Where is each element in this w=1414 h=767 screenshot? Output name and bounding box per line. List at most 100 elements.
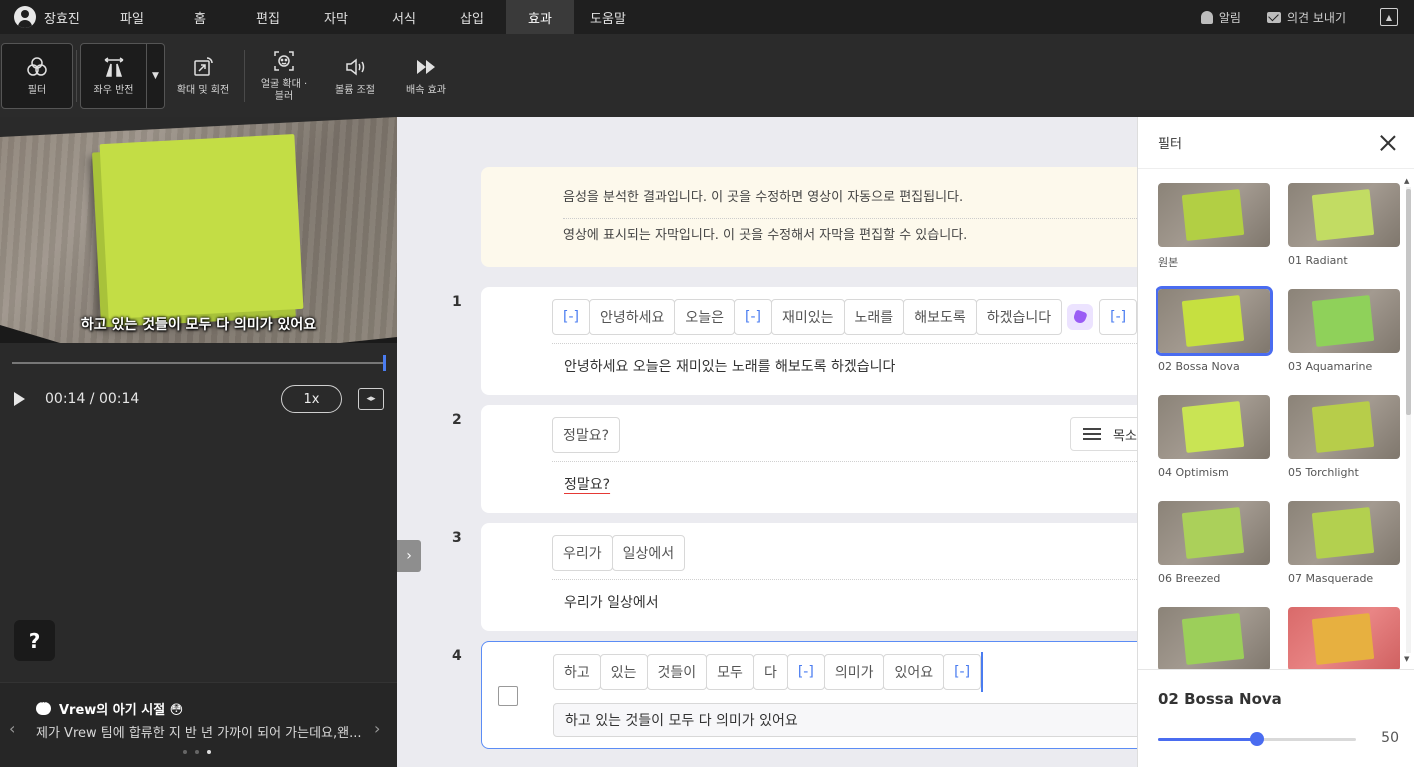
menu-help[interactable]: 도움말	[574, 0, 642, 34]
word-chip[interactable]: 있는	[599, 654, 648, 690]
word-chip[interactable]: 우리가	[552, 535, 613, 571]
user-menu[interactable]: 장효진	[0, 6, 98, 28]
seek-bar[interactable]	[12, 355, 386, 371]
flip-tool-label: 좌우 반전	[93, 84, 134, 96]
help-button[interactable]: ?	[14, 620, 55, 661]
menu-edit[interactable]: 편집	[234, 0, 302, 34]
speed-effect-tool-button[interactable]: 배속 효과	[390, 43, 462, 109]
word-chip[interactable]: 노래를	[843, 299, 905, 335]
word-chip[interactable]: 일상에서	[611, 535, 686, 571]
word-chip[interactable]: 재미있는	[771, 299, 845, 335]
menu-insert[interactable]: 삽입	[438, 0, 506, 34]
news-page-dot[interactable]	[195, 750, 199, 754]
word-chip[interactable]: 하고	[553, 654, 601, 690]
slider-knob[interactable]	[1250, 732, 1264, 746]
filter-preview-image	[1288, 183, 1400, 247]
news-card[interactable]: Vrew의 아기 시절 😳 제가 Vrew 팀에 합류한 지 반 년 가까이 되…	[0, 682, 397, 767]
notification-button[interactable]: 알림	[1200, 9, 1241, 26]
menu-effects[interactable]: 효과	[506, 0, 574, 34]
news-page-dot[interactable]	[183, 750, 187, 754]
menu-file[interactable]: 파일	[98, 0, 166, 34]
word-chip[interactable]: 해보도록	[903, 299, 977, 335]
filter-thumbnail[interactable]: 02 Bossa Nova	[1156, 287, 1272, 373]
speed-effect-label: 배속 효과	[406, 84, 446, 96]
menu-right-group: 알림 의견 보내기 ▲	[1200, 8, 1414, 26]
news-page-dot-active[interactable]	[207, 750, 211, 754]
filter-intensity-slider[interactable]	[1158, 732, 1356, 746]
silence-chip[interactable]: [-]	[943, 654, 982, 690]
filter-tool-button[interactable]: 필터	[1, 42, 73, 109]
subtitle-text[interactable]: 우리가 일상에서	[564, 592, 659, 612]
clip-card[interactable]: 정말요? 목소리 정말요?	[481, 405, 1137, 513]
flip-options-dropdown[interactable]: ▼	[147, 42, 165, 109]
flip-tool-button[interactable]: 좌우 반전	[80, 42, 147, 109]
word-chip[interactable]: 안녕하세요	[588, 299, 676, 335]
voice-effect-icon[interactable]	[1067, 304, 1094, 330]
filter-thumbnail[interactable]	[1156, 605, 1272, 669]
silence-chip[interactable]: [-]	[734, 299, 773, 335]
clip-card-active[interactable]: 하고 있는 것들이 모두 다 [-] 의미가 있어요 [-] 하고 있는 것들이…	[481, 641, 1137, 749]
word-chip[interactable]: 하겠습니다	[975, 299, 1063, 335]
word-chip[interactable]: 다	[752, 654, 788, 690]
feedback-button[interactable]: 의견 보내기	[1266, 9, 1346, 26]
clip-card[interactable]: [-] 안녕하세요 오늘은 [-] 재미있는 노래를 해보도록 하겠습니다 [-…	[481, 287, 1137, 395]
word-chip[interactable]: 의미가	[823, 654, 885, 690]
zoom-rotate-tool-button[interactable]: 확대 및 회전	[165, 43, 241, 109]
fit-screen-button[interactable]: ◂▸	[358, 388, 384, 410]
silence-chip[interactable]: [-]	[1099, 299, 1137, 335]
slider-fill	[1158, 738, 1257, 741]
volume-icon	[346, 57, 365, 76]
word-chip[interactable]: 정말요?	[552, 417, 621, 453]
clip-card[interactable]: 우리가 일상에서 우리가 일상에서	[481, 523, 1137, 631]
filter-panel: 필터 원본 01 Radiant 02 Bossa Nova 03 Aquamarin…	[1137, 117, 1414, 767]
filter-thumbnail[interactable]: 05 Torchlight	[1286, 393, 1401, 479]
filter-name: 원본	[1158, 256, 1179, 269]
filter-thumbnail[interactable]: 06 Breezed	[1156, 499, 1272, 585]
zoom-rotate-icon	[194, 56, 213, 76]
silence-chip[interactable]: [-]	[786, 654, 825, 690]
volume-tool-button[interactable]: 볼륨 조절	[320, 43, 390, 109]
menu-format[interactable]: 서식	[370, 0, 438, 34]
scroll-thumb[interactable]	[1406, 189, 1411, 415]
filter-name: 02 Bossa Nova	[1158, 360, 1240, 373]
subtitle-text[interactable]: 정말요?	[564, 474, 610, 494]
news-prev-button[interactable]: ‹	[9, 719, 15, 738]
seek-bar-handle[interactable]	[383, 355, 386, 371]
feedback-label: 의견 보내기	[1286, 10, 1346, 25]
close-icon[interactable]	[1380, 135, 1396, 151]
menu-home[interactable]: 홈	[166, 0, 234, 34]
filter-preview-paper	[1311, 613, 1375, 665]
silence-chip[interactable]: [-]	[552, 299, 590, 335]
filter-thumbnail[interactable]: 04 Optimism	[1156, 393, 1272, 479]
clip-checkbox[interactable]	[498, 686, 518, 706]
play-icon[interactable]	[14, 392, 25, 406]
face-zoom-tool-button[interactable]: 얼굴 확대 · 블러	[248, 43, 320, 109]
filter-scrollbar[interactable]: ▲ ▼	[1404, 177, 1412, 665]
filter-thumbnail[interactable]	[1286, 605, 1401, 669]
word-chips: 정말요?	[552, 417, 621, 453]
menu-subtitle[interactable]: 자막	[302, 0, 370, 34]
playback-speed-button[interactable]: 1x	[281, 385, 342, 413]
collapse-toolbar-button[interactable]: ▲	[1380, 8, 1398, 26]
subtitle-edit-input[interactable]: 하고 있는 것들이 모두 다 의미가 있어요	[553, 703, 1137, 737]
scroll-up-icon[interactable]: ▲	[1404, 177, 1409, 185]
video-preview[interactable]: 하고 있는 것들이 모두 다 의미가 있어요	[0, 117, 397, 343]
voice-button[interactable]: 목소리	[1070, 417, 1137, 451]
word-chip[interactable]: 오늘은	[674, 299, 736, 335]
filter-thumbnail[interactable]: 07 Masquerade	[1286, 499, 1401, 585]
word-chip[interactable]: 것들이	[646, 654, 708, 690]
video-edge	[0, 117, 397, 137]
filter-thumbnail[interactable]: 03 Aquamarine	[1286, 287, 1401, 373]
filter-thumbnail[interactable]: 01 Radiant	[1286, 181, 1401, 267]
filter-thumbnail[interactable]: 원본	[1156, 181, 1272, 270]
scroll-down-icon[interactable]: ▼	[1404, 655, 1409, 663]
news-next-button[interactable]: ›	[374, 719, 380, 738]
word-chip[interactable]: 모두	[706, 654, 754, 690]
green-paper-stack	[99, 134, 304, 319]
expand-preview-button[interactable]: ›	[397, 540, 421, 572]
filter-name: 07 Masquerade	[1288, 572, 1374, 585]
word-chip[interactable]: 있어요	[883, 654, 945, 690]
selected-filter-name: 02 Bossa Nova	[1158, 690, 1282, 708]
notification-label: 알림	[1218, 10, 1241, 25]
subtitle-text[interactable]: 안녕하세요 오늘은 재미있는 노래를 해보도록 하겠습니다	[564, 356, 895, 376]
